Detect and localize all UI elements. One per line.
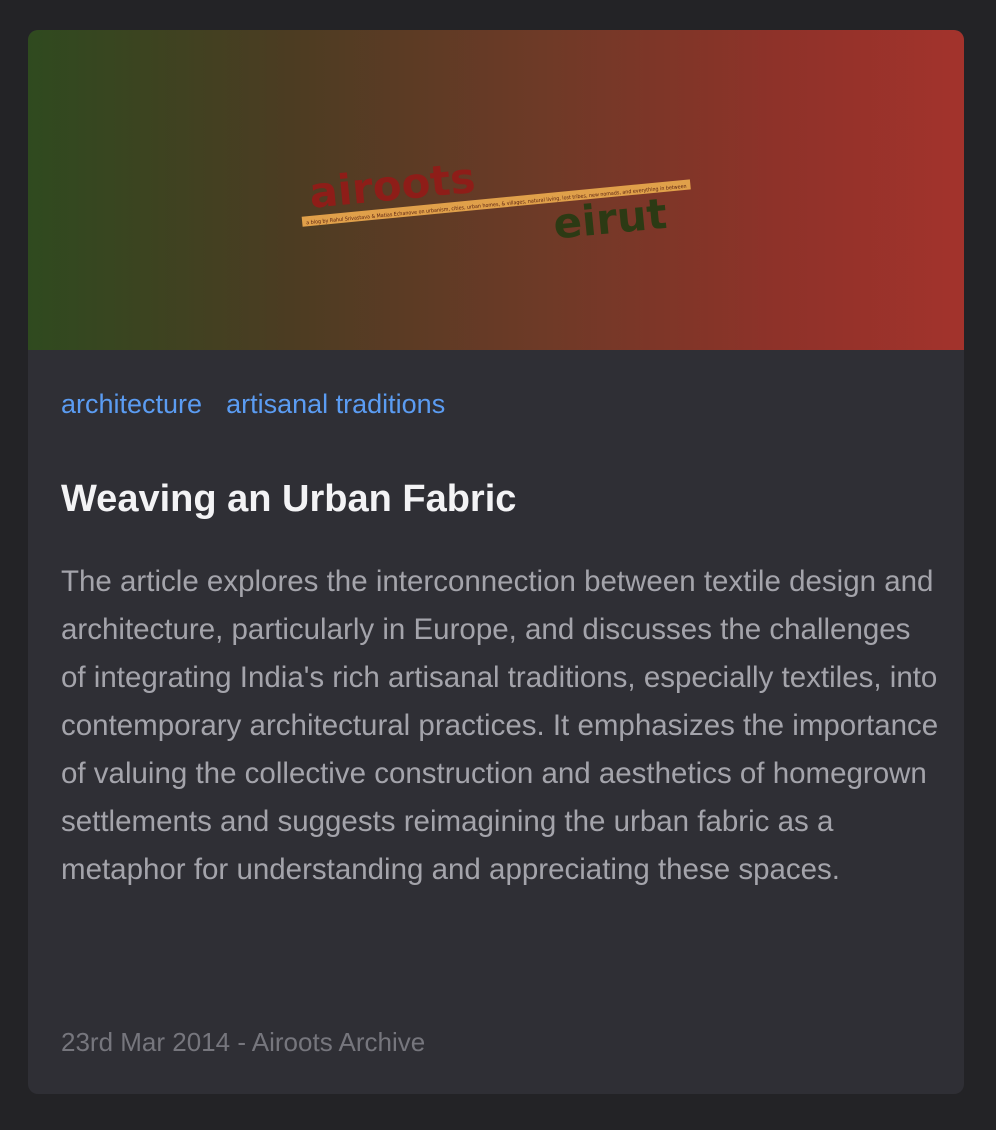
logo-word-eirut: eirut [551, 189, 669, 249]
article-banner-image[interactable]: airoots a blog by Rahul Srivastava & Mat… [28, 30, 964, 350]
article-summary: The article explores the interconnection… [61, 565, 939, 886]
article-meta: 23rd Mar 2014 - Airoots Archive [61, 1027, 426, 1057]
tag-list: architecture artisanal traditions [61, 384, 469, 424]
airoots-logo: airoots a blog by Rahul Srivastava & Mat… [301, 153, 691, 249]
article-card[interactable]: airoots a blog by Rahul Srivastava & Mat… [28, 30, 964, 1094]
tag-architecture[interactable]: architecture [61, 389, 202, 420]
article-title[interactable]: Weaving an Urban Fabric [61, 474, 516, 524]
tag-artisanal-traditions[interactable]: artisanal traditions [226, 389, 445, 420]
